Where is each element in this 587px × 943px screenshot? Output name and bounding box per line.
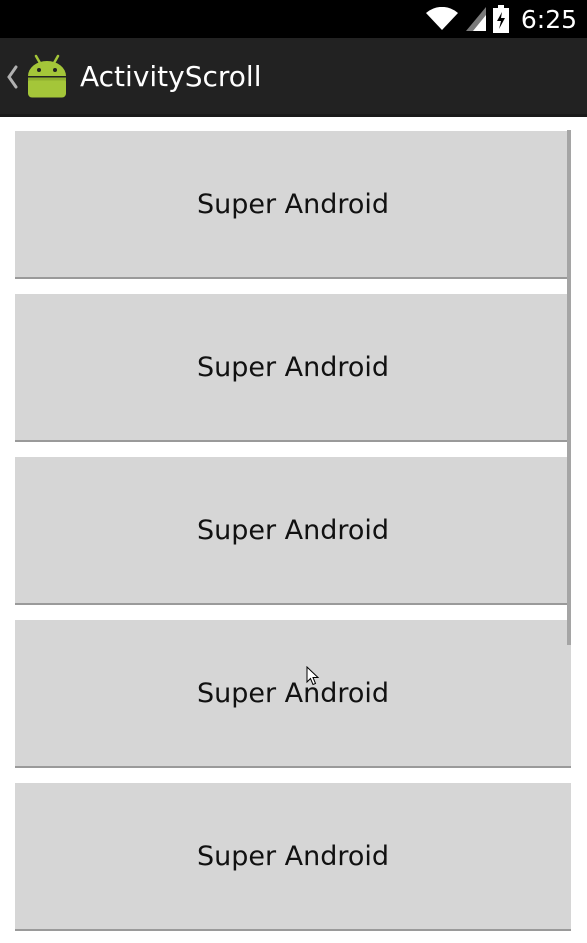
wifi-icon (425, 7, 458, 30)
super-android-button-5[interactable]: Super Android (15, 783, 571, 931)
super-android-button-3[interactable]: Super Android (15, 457, 571, 605)
status-time: 6:25 (520, 4, 577, 34)
android-icon[interactable] (22, 52, 72, 102)
super-android-button-1[interactable]: Super Android (15, 131, 571, 279)
scroll-content[interactable]: Super Android Super Android Super Androi… (0, 117, 587, 943)
chevron-left-icon[interactable] (4, 64, 20, 90)
signal-icon (465, 7, 486, 31)
app-title: ActivityScroll (80, 60, 262, 93)
mouse-cursor-icon (306, 666, 320, 686)
super-android-button-2[interactable]: Super Android (15, 294, 571, 442)
super-android-button-4[interactable]: Super Android (15, 620, 571, 768)
action-bar: ActivityScroll (0, 38, 587, 117)
status-icons: 6:25 (425, 0, 577, 38)
battery-charging-icon (492, 5, 509, 33)
status-bar: 6:25 (0, 0, 587, 38)
scrollbar[interactable] (567, 130, 571, 645)
